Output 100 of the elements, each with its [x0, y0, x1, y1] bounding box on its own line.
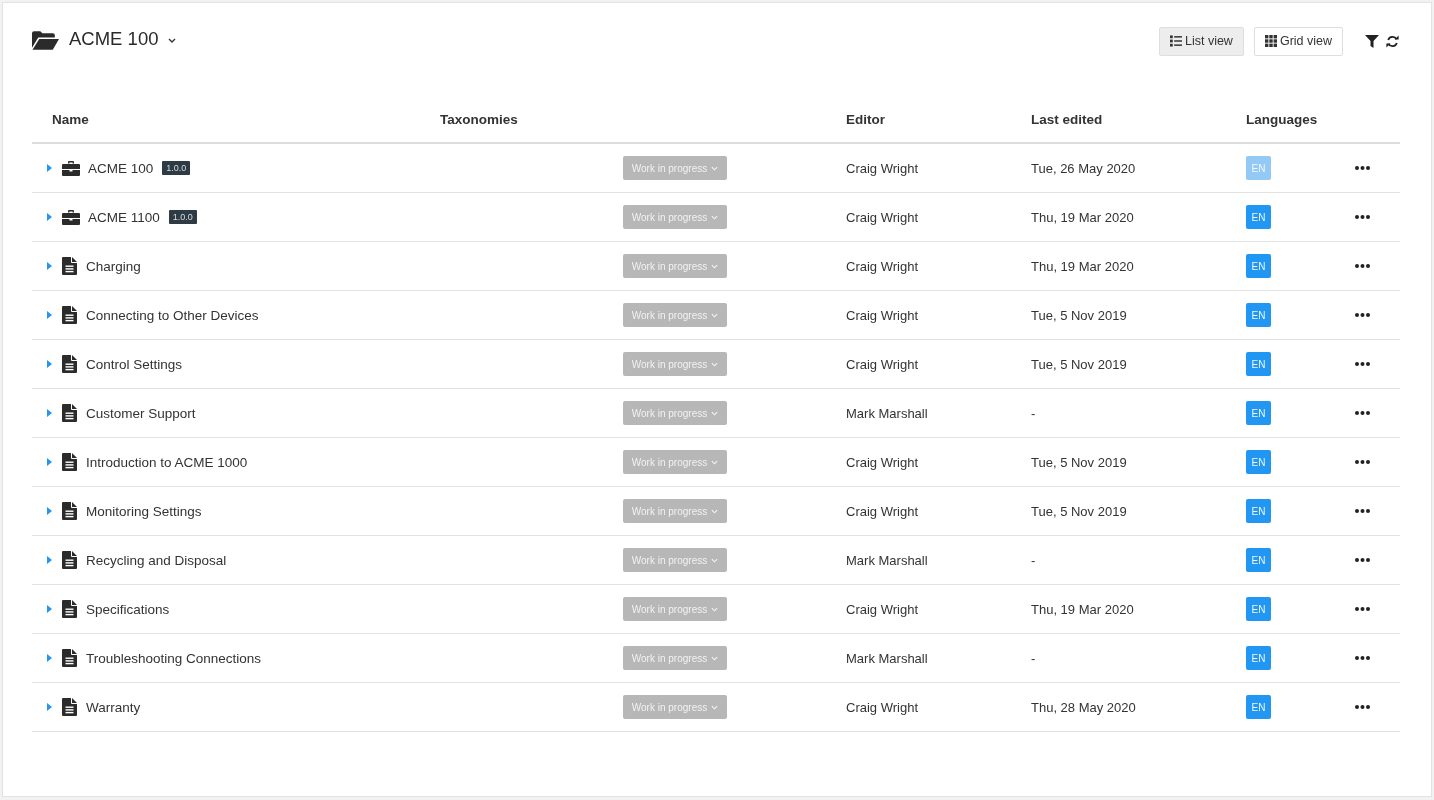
chevron-down-icon: [711, 214, 719, 220]
editor-cell: Craig Wright: [846, 307, 918, 323]
language-badge[interactable]: EN: [1246, 646, 1271, 670]
chevron-down-icon: [711, 361, 719, 367]
last-edited-cell: Tue, 5 Nov 2019: [1031, 307, 1127, 323]
editor-cell: Craig Wright: [846, 258, 918, 274]
document-icon: [62, 649, 77, 667]
version-badge: 1.0.0: [162, 161, 191, 175]
language-badge[interactable]: EN: [1246, 548, 1271, 572]
column-header: Taxonomies: [440, 111, 518, 127]
chevron-down-icon: [711, 655, 719, 661]
refresh-icon[interactable]: [1386, 34, 1399, 48]
document-icon: [62, 257, 77, 275]
language-badge[interactable]: EN: [1246, 254, 1271, 278]
more-icon: [1355, 264, 1370, 268]
last-edited-cell: -: [1031, 552, 1036, 568]
expand-caret-icon[interactable]: [47, 605, 52, 613]
chevron-down-icon: [711, 263, 719, 269]
language-badge[interactable]: EN: [1246, 303, 1271, 327]
last-edited-cell: Tue, 26 May 2020: [1031, 160, 1136, 176]
last-edited-cell: -: [1031, 650, 1036, 666]
editor-cell: Craig Wright: [846, 699, 918, 715]
view-toggle-button[interactable]: List view: [1158, 26, 1244, 56]
expand-caret-icon[interactable]: [47, 213, 52, 221]
item-name[interactable]: ACME 100: [88, 160, 154, 176]
last-edited-cell: Tue, 5 Nov 2019: [1031, 503, 1127, 519]
last-edited-cell: -: [1031, 405, 1036, 421]
expand-caret-icon[interactable]: [47, 262, 52, 270]
chevron-down-icon: [711, 508, 719, 514]
item-name[interactable]: Specifications: [86, 601, 170, 617]
editor-cell: Mark Marshall: [846, 405, 928, 421]
version-badge: 1.0.0: [168, 210, 197, 224]
last-edited-cell: Thu, 19 Mar 2020: [1031, 209, 1134, 225]
last-edited-cell: Tue, 5 Nov 2019: [1031, 454, 1127, 470]
list-icon: [1169, 35, 1182, 47]
more-icon: [1355, 362, 1370, 366]
last-edited-cell: Thu, 28 May 2020: [1031, 699, 1136, 715]
grid-icon: [1264, 35, 1277, 47]
chevron-down-icon: [711, 606, 719, 612]
folder-icon: [32, 30, 59, 50]
more-icon: [1355, 313, 1370, 317]
last-edited-cell: Thu, 19 Mar 2020: [1031, 258, 1134, 274]
expand-caret-icon[interactable]: [47, 311, 52, 319]
item-name[interactable]: Customer Support: [86, 405, 196, 421]
document-icon: [62, 355, 77, 373]
item-name[interactable]: Monitoring Settings: [86, 503, 202, 519]
more-icon: [1355, 460, 1370, 464]
document-icon: [62, 404, 77, 422]
column-header: Languages: [1246, 111, 1318, 127]
language-badge[interactable]: EN: [1246, 597, 1271, 621]
document-icon: [62, 453, 77, 471]
item-name[interactable]: Introduction to ACME 1000: [86, 454, 248, 470]
item-name[interactable]: Troubleshooting Connections: [86, 650, 262, 666]
chevron-down-icon: [711, 312, 719, 318]
item-name[interactable]: Warranty: [86, 699, 141, 715]
briefcase-icon: [62, 209, 80, 225]
expand-caret-icon[interactable]: [47, 507, 52, 515]
filter-icon[interactable]: [1365, 34, 1379, 48]
expand-caret-icon[interactable]: [47, 703, 52, 711]
editor-cell: Craig Wright: [846, 209, 918, 225]
expand-caret-icon[interactable]: [47, 360, 52, 368]
more-icon: [1355, 509, 1370, 513]
editor-cell: Craig Wright: [846, 601, 918, 617]
briefcase-icon: [62, 160, 80, 176]
more-icon: [1355, 411, 1370, 415]
more-icon: [1355, 705, 1370, 709]
document-icon: [62, 502, 77, 520]
language-badge[interactable]: EN: [1246, 401, 1271, 425]
item-name[interactable]: Recycling and Disposal: [86, 552, 227, 568]
language-badge[interactable]: EN: [1246, 499, 1271, 523]
expand-caret-icon[interactable]: [47, 556, 52, 564]
view-toggle-button[interactable]: Grid view: [1253, 26, 1343, 56]
more-icon: [1355, 558, 1370, 562]
expand-caret-icon[interactable]: [47, 409, 52, 417]
language-badge[interactable]: EN: [1246, 205, 1271, 229]
folder-title: ACME 100: [69, 28, 159, 50]
chevron-down-icon[interactable]: [168, 37, 177, 43]
language-badge[interactable]: EN: [1246, 695, 1271, 719]
document-icon: [62, 698, 77, 716]
document-icon: [62, 551, 77, 569]
chevron-down-icon: [711, 165, 719, 171]
editor-cell: Mark Marshall: [846, 650, 928, 666]
expand-caret-icon[interactable]: [47, 654, 52, 662]
more-icon: [1355, 607, 1370, 611]
editor-cell: Craig Wright: [846, 503, 918, 519]
editor-cell: Mark Marshall: [846, 552, 928, 568]
editor-cell: Craig Wright: [846, 356, 918, 372]
item-name[interactable]: Charging: [86, 258, 141, 274]
language-badge[interactable]: EN: [1246, 352, 1271, 376]
chevron-down-icon: [711, 704, 719, 710]
more-icon: [1355, 166, 1370, 170]
chevron-down-icon: [711, 459, 719, 465]
expand-caret-icon[interactable]: [47, 164, 52, 172]
item-name[interactable]: Control Settings: [86, 356, 183, 372]
document-icon: [62, 306, 77, 324]
language-badge[interactable]: EN: [1246, 450, 1271, 474]
last-edited-cell: Tue, 5 Nov 2019: [1031, 356, 1127, 372]
item-name[interactable]: ACME 1100: [88, 209, 160, 225]
item-name[interactable]: Connecting to Other Devices: [86, 307, 259, 323]
expand-caret-icon[interactable]: [47, 458, 52, 466]
